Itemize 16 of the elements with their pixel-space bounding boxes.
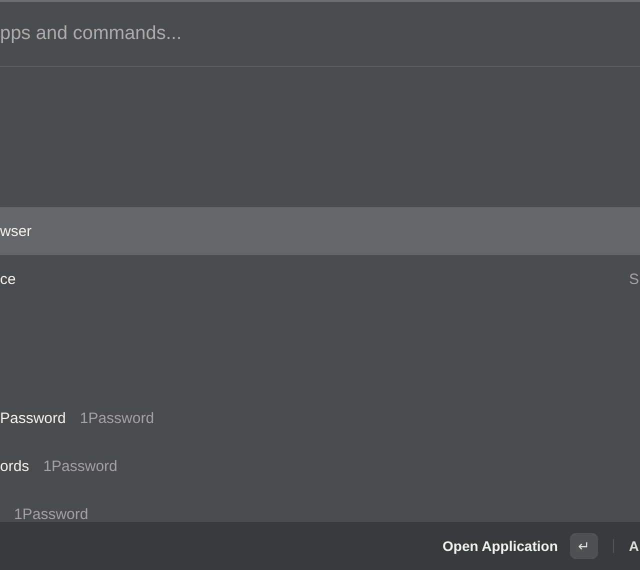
result-accessory: S	[628, 270, 639, 288]
result-item[interactable]: ce S	[0, 255, 640, 303]
result-subtitle: 1Password	[14, 506, 88, 522]
result-item[interactable]: ords 1Password	[0, 442, 640, 490]
return-key: ↵	[570, 533, 598, 559]
search-field[interactable]: pps and commands...	[0, 2, 640, 67]
result-item[interactable]: Password 1Password	[0, 394, 640, 442]
result-subtitle: 1Password	[43, 458, 118, 474]
result-title: wser	[0, 222, 32, 240]
result-title: ce	[0, 270, 16, 288]
result-subtitle: 1Password	[80, 410, 154, 426]
result-title: Password	[0, 410, 66, 426]
result-item[interactable]: wser	[0, 207, 640, 255]
primary-action[interactable]: Open Application	[442, 538, 558, 554]
secondary-action[interactable]: A	[628, 538, 639, 554]
result-title: ords	[0, 458, 30, 474]
